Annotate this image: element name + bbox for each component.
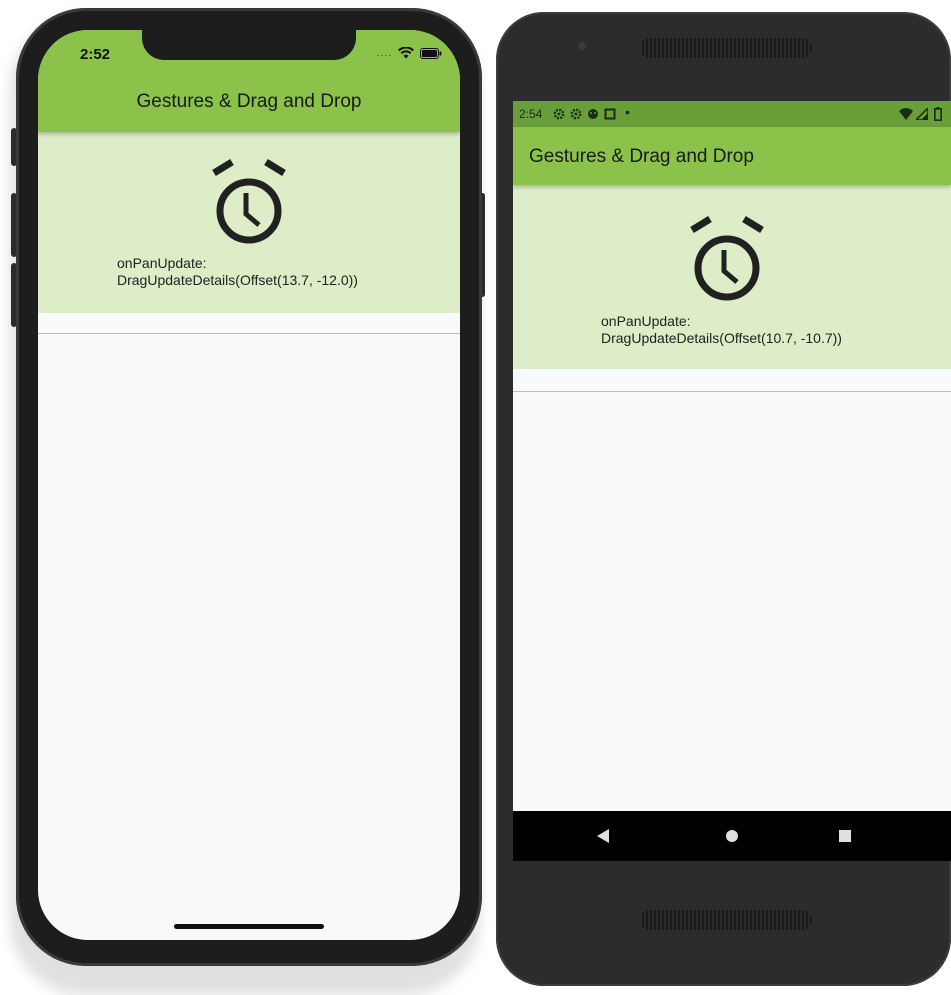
divider xyxy=(38,333,460,334)
iphone-notch xyxy=(142,30,356,60)
front-camera xyxy=(578,42,586,50)
gesture-area[interactable]: onPanUpdate: DragUpdateDetails(Offset(10… xyxy=(513,185,951,369)
home-indicator[interactable] xyxy=(174,924,324,929)
navigation-bar xyxy=(513,811,951,861)
signal-dots: .... xyxy=(376,47,392,59)
wifi-icon xyxy=(899,108,913,120)
cell-signal-icon xyxy=(916,108,928,120)
event-name: onPanUpdate: xyxy=(117,255,207,271)
battery-icon xyxy=(420,47,442,59)
gesture-area[interactable]: onPanUpdate: DragUpdateDetails(Offset(13… xyxy=(38,132,460,313)
battery-icon xyxy=(934,107,942,121)
status-time: 2:52 xyxy=(80,46,111,63)
wifi-icon xyxy=(398,47,414,59)
recents-button[interactable] xyxy=(815,811,875,861)
back-button[interactable] xyxy=(573,811,633,861)
page-title: Gestures & Drag and Drop xyxy=(136,91,362,112)
status-time: 2:54 xyxy=(519,107,543,121)
app-bar: Gestures & Drag and Drop xyxy=(513,127,951,185)
settings-icon xyxy=(570,108,582,120)
page-title: Gestures & Drag and Drop xyxy=(529,146,754,167)
android-screen: 2:54 • Gestures & Drag and Drop onPanUpd… xyxy=(513,101,951,861)
divider xyxy=(513,391,951,392)
android-debug-icon xyxy=(588,109,598,119)
screenshot-icon xyxy=(604,108,616,120)
back-icon xyxy=(597,829,609,843)
home-button[interactable] xyxy=(702,811,762,861)
status-icons: .... xyxy=(377,47,442,59)
event-details: DragUpdateDetails(Offset(13.7, -12.0)) xyxy=(117,272,358,288)
settings-icon xyxy=(553,108,565,120)
event-name: onPanUpdate: xyxy=(601,313,691,329)
status-bar: 2:54 • xyxy=(513,101,951,127)
alarm-clock-icon[interactable] xyxy=(206,159,292,249)
bottom-speaker xyxy=(640,910,812,930)
home-icon xyxy=(726,830,738,842)
recents-icon xyxy=(839,830,851,842)
iphone-screen: 2:52 .... Gestures & Drag and Drop onPan… xyxy=(38,30,460,940)
top-speaker xyxy=(640,38,812,58)
event-details: DragUpdateDetails(Offset(10.7, -10.7)) xyxy=(601,330,842,346)
alarm-clock-icon[interactable] xyxy=(684,216,770,306)
more-dot-icon: • xyxy=(625,104,630,120)
